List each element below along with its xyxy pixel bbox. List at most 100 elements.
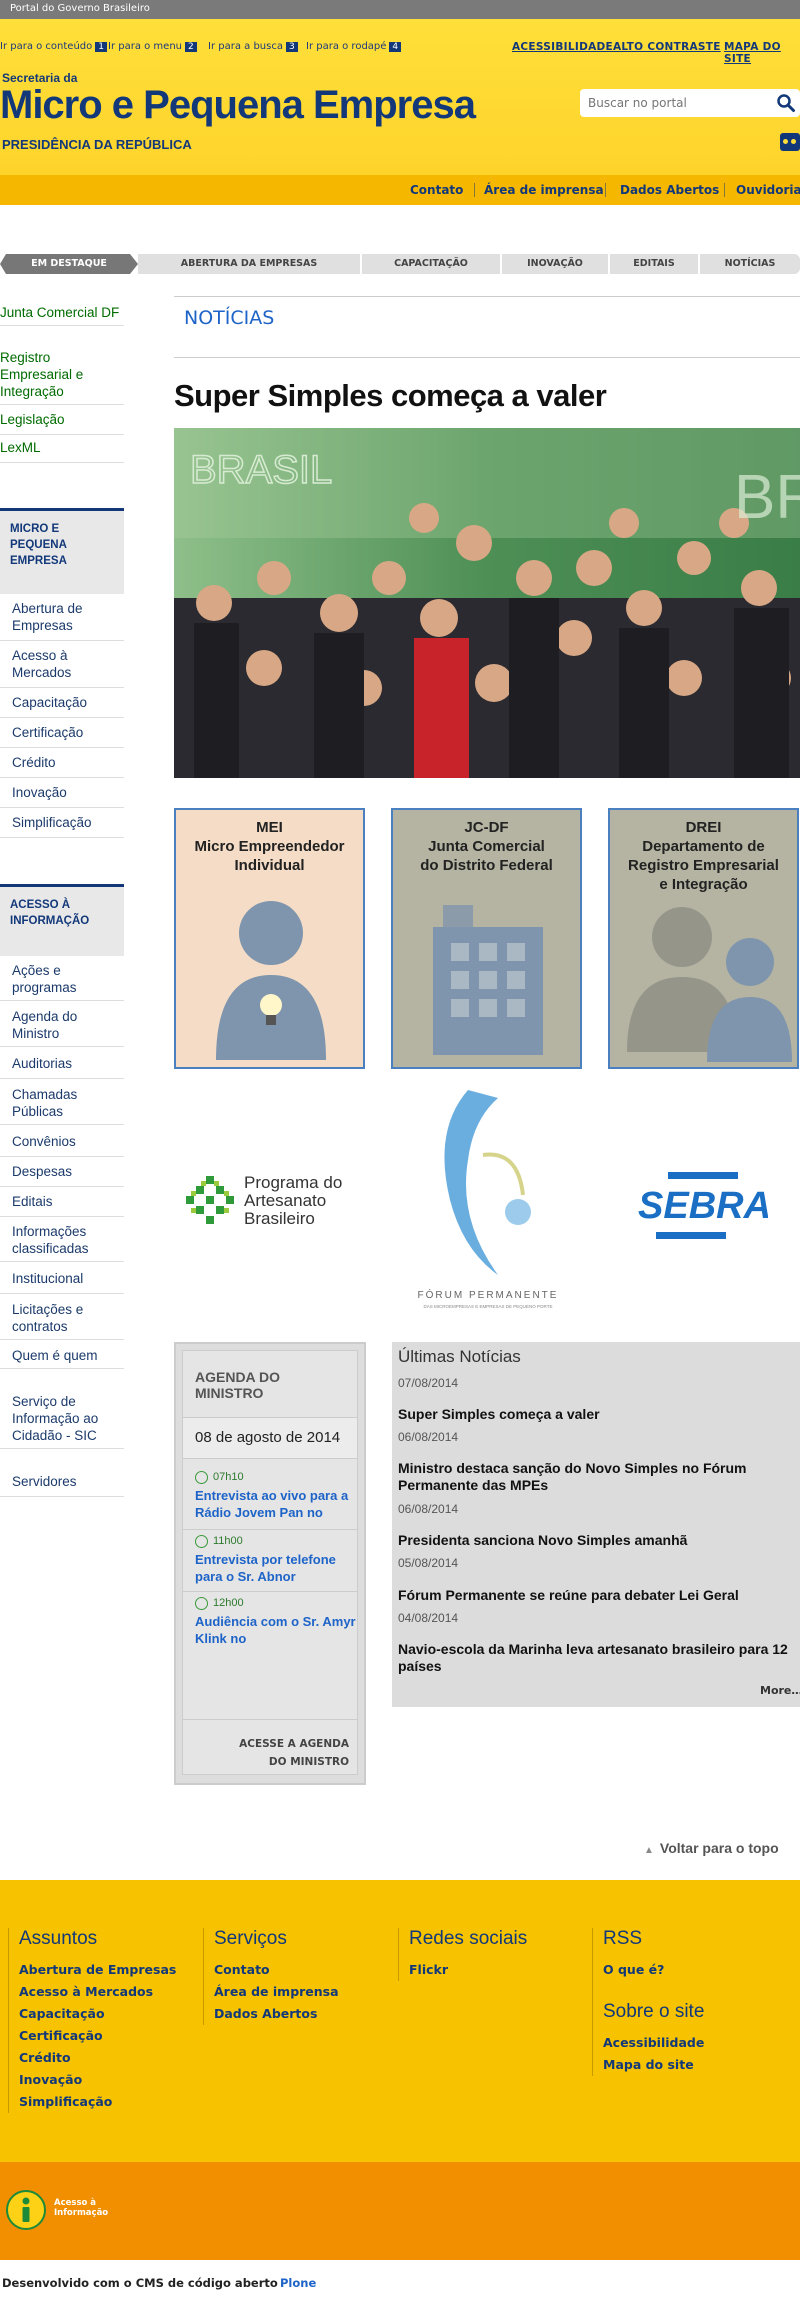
- flickr-icon[interactable]: [780, 133, 800, 151]
- footer-link[interactable]: Capacitação: [19, 2003, 176, 2025]
- footer-link[interactable]: Crédito: [19, 2047, 176, 2069]
- sidebar-link-legislacao[interactable]: Legislação: [0, 411, 124, 435]
- news-item-title[interactable]: Navio-escola da Marinha leva artesanato …: [398, 1641, 794, 1675]
- agenda-item-text[interactable]: Entrevista ao vivo para a Rádio Jovem Pa…: [195, 1487, 365, 1521]
- skip-link-menu[interactable]: Ir para o menu 2: [108, 41, 197, 52]
- logo-forum-permanente[interactable]: FÓRUM PERMANENTE DAS MICROEMPRESAS E EMP…: [388, 1090, 588, 1315]
- logo-sebrae[interactable]: SEBRAE: [638, 1172, 768, 1242]
- sidebar-item-capacitacao[interactable]: Capacitação: [0, 694, 124, 718]
- sidebar-item-institucional[interactable]: Institucional: [0, 1270, 124, 1294]
- back-to-top-link[interactable]: ▲ Voltar para o topo: [644, 1840, 779, 1856]
- access-info-logo[interactable]: Acesso à Informação: [6, 2190, 116, 2230]
- agenda-title: AGENDA DO MINISTRO: [195, 1369, 281, 1401]
- search-icon[interactable]: [776, 93, 796, 113]
- sidebar-item-licitacoes[interactable]: Licitações e contratos: [0, 1301, 124, 1340]
- section-heading: NOTÍCIAS: [174, 296, 800, 358]
- sidebar-item-inovacao[interactable]: Inovação: [0, 784, 124, 808]
- news-item-title[interactable]: Presidenta sanciona Novo Simples amanhã: [398, 1532, 794, 1549]
- sidebar-link-junta-comercial[interactable]: Junta Comercial DF: [0, 304, 124, 326]
- footer-link[interactable]: Dados Abertos: [214, 2003, 339, 2025]
- sidebar-item-sic[interactable]: Serviço de Informação ao Cidadão - SIC: [0, 1393, 124, 1449]
- skip-link-footer[interactable]: Ir para o rodapé 4: [306, 41, 402, 52]
- plone-link[interactable]: Plone: [280, 2276, 316, 2290]
- crowd-photo-illustration: BRASIL BR: [174, 428, 800, 778]
- sidebar-item-abertura[interactable]: Abertura de Empresas: [0, 600, 124, 641]
- card-drei[interactable]: DREI Departamento de Registro Empresarial e…: [608, 808, 799, 1069]
- card-jcdf[interactable]: JC-DF Junta Comercial do Distrito Federal: [391, 808, 582, 1069]
- tab-capacitacao[interactable]: CAPACITAÇÃO: [362, 254, 500, 274]
- sidebar-item-despesas[interactable]: Despesas: [0, 1163, 124, 1187]
- footer-link[interactable]: Inovação: [19, 2069, 176, 2091]
- sidebar-item-agenda[interactable]: Agenda do Ministro: [0, 1008, 124, 1047]
- headline-title[interactable]: Super Simples começa a valer: [174, 378, 607, 414]
- sidebar-item-convenios[interactable]: Convênios: [0, 1133, 124, 1157]
- sidebar-item-simplificacao[interactable]: Simplificação: [0, 814, 124, 838]
- skip-link-search[interactable]: Ir para a busca 3: [208, 41, 298, 52]
- card-mei[interactable]: MEI Micro Empreendedor Individual: [174, 808, 365, 1069]
- footer-link[interactable]: Área de imprensa: [214, 1981, 339, 2003]
- sidebar-item-chamadas[interactable]: Chamadas Públicas: [0, 1086, 124, 1125]
- service-link-imprensa[interactable]: Área de imprensa: [484, 183, 604, 197]
- headline-photo[interactable]: BRASIL BR: [174, 428, 800, 778]
- skip-link-content[interactable]: Ir para o conteúdo 1: [0, 41, 107, 52]
- sebrae-mark-icon: SEBRAE: [638, 1172, 768, 1239]
- agenda-item[interactable]: 11h00 Entrevista por telefone para o Sr.…: [195, 1535, 365, 1585]
- sidebar-item-acoes[interactable]: Ações e programas: [0, 962, 124, 1001]
- footer-col-redes: Redes sociais Flickr: [398, 1928, 527, 1981]
- service-link-contato[interactable]: Contato: [410, 183, 463, 197]
- footer-link[interactable]: O que é?: [603, 1959, 704, 1981]
- service-link-dados-abertos[interactable]: Dados Abertos: [620, 183, 719, 197]
- sidebar-item-credito[interactable]: Crédito: [0, 754, 124, 778]
- gov-portal-link[interactable]: Portal do Governo Brasileiro: [10, 3, 150, 14]
- logo-artesanato[interactable]: Programa do Artesanato Brasileiro: [184, 1168, 364, 1238]
- search-input[interactable]: [580, 89, 760, 117]
- partner-logos: Programa do Artesanato Brasileiro FÓRUM PE…: [174, 1090, 800, 1320]
- sitemap-link[interactable]: MAPA DO SITE: [724, 41, 800, 65]
- tab-noticias[interactable]: NOTÍCIAS: [700, 254, 800, 274]
- forum-mark-icon: [444, 1090, 531, 1275]
- sidebar-link-lexml[interactable]: LexML: [0, 439, 124, 463]
- latest-news-title: Últimas Notícias: [398, 1347, 521, 1366]
- agenda-item-text[interactable]: Entrevista por telefone para o Sr. Abnor: [195, 1551, 365, 1585]
- access-info-text: Acesso à Informação: [54, 2198, 109, 2218]
- footer-link[interactable]: Certificação: [19, 2025, 176, 2047]
- sidebar-item-acesso-mercados[interactable]: Acesso à Mercados: [0, 647, 124, 688]
- tab-editais[interactable]: EDITAIS: [610, 254, 698, 274]
- accessibility-link[interactable]: ACESSIBILIDADE: [512, 41, 613, 53]
- high-contrast-link[interactable]: ALTO CONTRASTE: [613, 41, 721, 53]
- news-item-title[interactable]: Super Simples começa a valer: [398, 1406, 794, 1423]
- sidebar-item-quem-e-quem[interactable]: Quem é quem: [0, 1347, 124, 1369]
- agenda-item[interactable]: 12h00 Audiência com o Sr. Amyr Klink no: [195, 1597, 365, 1647]
- news-item-title[interactable]: Ministro destaca sanção do Novo Simples …: [398, 1460, 794, 1494]
- tab-inovacao[interactable]: INOVAÇÃO: [502, 254, 608, 274]
- sidebar-item-servidores[interactable]: Servidores: [0, 1473, 124, 1497]
- sidebar-item-informacoes[interactable]: Informações classificadas: [0, 1223, 124, 1262]
- sidebar-link-registro-empresarial[interactable]: Registro Empresarial e Integração: [0, 349, 124, 405]
- footer-link[interactable]: Mapa do site: [603, 2054, 704, 2076]
- sidebar-item-certificacao[interactable]: Certificação: [0, 724, 124, 748]
- tab-em-destaque[interactable]: EM DESTAQUE: [0, 254, 138, 274]
- footer-heading: Assuntos: [19, 1928, 98, 1949]
- sidebar-item-auditorias[interactable]: Auditorias: [0, 1055, 124, 1079]
- footer-link[interactable]: Acessibilidade: [603, 2032, 704, 2054]
- news-date: 06/08/2014: [398, 1430, 459, 1444]
- footer-link[interactable]: Contato: [214, 1959, 339, 1981]
- service-link-ouvidoria[interactable]: Ouvidoria: [736, 183, 800, 197]
- footer-link[interactable]: Flickr: [409, 1959, 527, 1981]
- footer-link[interactable]: Simplificação: [19, 2091, 176, 2113]
- access-info-bar: Acesso à Informação: [0, 2162, 800, 2260]
- person-lightbulb-icon: [216, 901, 326, 1060]
- card-jcdf-title: JC-DF Junta Comercial do Distrito Federal: [420, 819, 553, 874]
- agenda-item-text[interactable]: Audiência com o Sr. Amyr Klink no: [195, 1613, 365, 1647]
- agenda-link[interactable]: ACESSE A AGENDA DO MINISTRO: [223, 1735, 349, 1771]
- footer-heading: RSS: [603, 1928, 643, 1949]
- footer-link[interactable]: Abertura de Empresas: [19, 1959, 176, 1981]
- agenda-item[interactable]: 07h10 Entrevista ao vivo para a Rádio Jo…: [195, 1471, 365, 1521]
- site-title[interactable]: Micro e Pequena Empresa: [0, 83, 476, 128]
- sidebar-item-editais[interactable]: Editais: [0, 1193, 124, 1217]
- footer-link[interactable]: Acesso à Mercados: [19, 1981, 176, 2003]
- tab-abertura[interactable]: ABERTURA DA EMPRESAS: [138, 254, 360, 274]
- news-item-title[interactable]: Fórum Permanente se reúne para debater L…: [398, 1587, 794, 1604]
- more-link[interactable]: More…: [760, 1684, 800, 1697]
- site-header: Ir para o conteúdo 1 Ir para o menu 2 Ir p…: [0, 19, 800, 205]
